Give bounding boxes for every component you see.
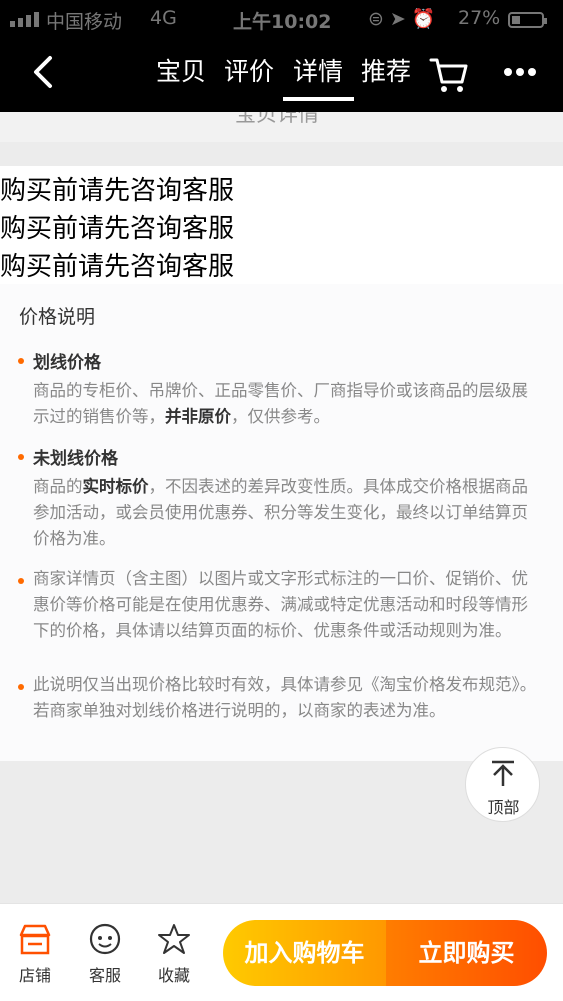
more-button[interactable] [500, 62, 540, 82]
consult-notice: 购买前请先咨询客服 [0, 176, 235, 206]
back-button[interactable] [26, 52, 62, 92]
chevron-left-icon [34, 56, 52, 88]
carrier-name: 中国移动 [46, 11, 123, 33]
current-price-text: 商品的实时标价，不因表述的差异改变性质。具体成交价格根据商品参加活动，或会员使用… [33, 477, 528, 548]
cart-icon [429, 58, 468, 92]
network-type: 4G [150, 7, 177, 29]
more-dots-icon [504, 68, 536, 76]
service-button[interactable]: 客服 [75, 922, 135, 986]
arrow-up-icon [492, 760, 514, 786]
lock-rotation-icon: ⊜ [368, 8, 390, 30]
back-to-top-button[interactable]: 顶部 [465, 747, 540, 822]
shop-label: 店铺 [18, 966, 51, 985]
strikethrough-price-text: 商品的专柜价、吊牌价、正品零售价、厂商指导价或该商品的层级展示过的销售价等，并非… [33, 381, 528, 426]
strikethrough-price-title: 划线价格 [33, 353, 101, 373]
promo-price-text: 商家详情页（含主图）以图片或文字形式标注的一口价、促销价、优惠价等价格可能是在使… [33, 569, 528, 640]
detail-content: 购买前请先咨询客服 购买前请先咨询客服 购买前请先咨询客服 价格说明 划线价格 … [0, 166, 563, 761]
location-arrow-icon: ➤ [389, 8, 412, 30]
bottom-action-bar: 店铺 客服 收藏 加入购物车 立即购买 [0, 903, 563, 1001]
price-explanation-title: 价格说明 [19, 306, 96, 328]
top-header: 中国移动 4G 上午10:02 ⊜➤⏰ 27% 宝贝 评价 详情 推荐 [0, 0, 563, 112]
active-tab-indicator [283, 97, 354, 101]
section-header: 宝贝详情 [0, 112, 563, 142]
buy-now-button[interactable]: 立即购买 [386, 920, 547, 986]
favorite-label: 收藏 [157, 966, 190, 985]
favorite-button[interactable]: 收藏 [144, 922, 204, 986]
customer-service-icon [89, 923, 121, 955]
cart-button[interactable] [428, 54, 470, 94]
status-icons: ⊜➤⏰ [368, 7, 442, 30]
divider [0, 142, 563, 166]
back-to-top-label: 顶部 [487, 798, 520, 817]
clock: 上午10:02 [233, 11, 332, 33]
service-label: 客服 [88, 966, 121, 985]
consult-notice: 购买前请先咨询客服 [0, 214, 235, 244]
shop-button[interactable]: 店铺 [5, 922, 65, 986]
status-bar: 中国移动 4G 上午10:02 ⊜➤⏰ 27% [0, 0, 563, 38]
shop-icon [19, 924, 51, 955]
current-price-title: 未划线价格 [33, 449, 118, 469]
tab-recommend[interactable]: 推荐 [361, 52, 411, 88]
alarm-icon: ⏰ [411, 8, 442, 30]
add-to-cart-button[interactable]: 加入购物车 [223, 920, 386, 986]
bullet-dot [18, 578, 24, 584]
signal-icon [10, 12, 39, 27]
tab-baobei[interactable]: 宝贝 [156, 52, 206, 88]
bullet-dot [18, 358, 24, 364]
battery-icon [508, 12, 547, 28]
section-title: 宝贝详情 [235, 112, 319, 126]
scope-note-text: 此说明仅当出现价格比较时有效，具体请参见《淘宝价格发布规范》。若商家单独对划线价… [33, 675, 537, 720]
star-icon [158, 924, 190, 954]
tab-reviews[interactable]: 评价 [224, 52, 274, 88]
consult-notice: 购买前请先咨询客服 [0, 252, 235, 282]
battery-percent: 27% [458, 7, 501, 29]
tab-details[interactable]: 详情 [293, 52, 343, 88]
price-explanation: 价格说明 划线价格 商品的专柜价、吊牌价、正品零售价、厂商指导价或该商品的层级展… [0, 284, 563, 761]
bullet-dot [18, 454, 24, 460]
bullet-dot [18, 684, 24, 690]
